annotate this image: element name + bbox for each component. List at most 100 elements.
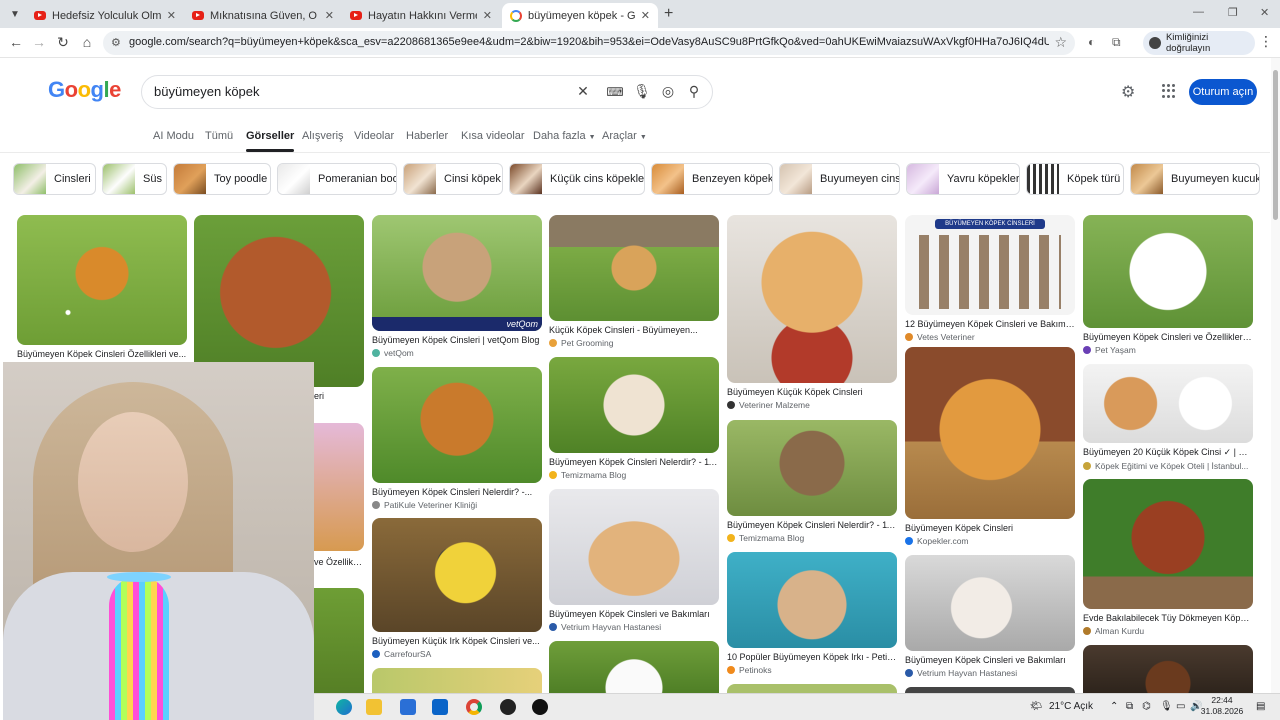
app-icon[interactable] (500, 699, 516, 715)
search-input[interactable] (154, 84, 554, 99)
result-image[interactable] (549, 641, 719, 693)
sign-in-button[interactable]: Oturum açın (1189, 79, 1257, 105)
image-result[interactable]: Büyümeyen Köpek Cinsleri Özellikleri ve.… (17, 215, 187, 359)
result-image[interactable] (1083, 364, 1253, 443)
chip[interactable]: Pomeranian boo (277, 163, 397, 195)
result-source[interactable]: Kopekler.com (905, 536, 1075, 546)
site-info-icon[interactable]: ⚙ (111, 36, 121, 49)
result-image[interactable] (1083, 645, 1253, 693)
close-icon[interactable]: ✕ (325, 9, 334, 22)
image-result[interactable]: ve Özellikle... (314, 423, 364, 567)
tab-short-videos[interactable]: Kısa videolar (461, 130, 525, 142)
result-source[interactable]: vetQom (372, 348, 542, 358)
result-title[interactable]: Büyümeyen Köpek Cinsleri Nelerdir? -... (372, 487, 542, 497)
new-tab-button[interactable]: + (664, 5, 673, 23)
image-result[interactable]: Büyümeyen Köpek Cinsleri ve Özellikleri … (1083, 215, 1253, 355)
chevron-up-icon[interactable]: ⌃ (1110, 701, 1118, 712)
taskbar-clock[interactable]: 22:44 31.08.2026 (1200, 695, 1244, 717)
result-image[interactable] (727, 215, 897, 383)
scrollbar-thumb[interactable] (1273, 70, 1278, 220)
result-source[interactable]: PatiKule Veteriner Kliniği (372, 500, 542, 510)
file-explorer-icon[interactable] (366, 699, 382, 715)
image-result[interactable] (314, 588, 364, 693)
chip[interactable]: Buyumeyen cins (779, 163, 900, 195)
search-icon[interactable]: ⚲ (685, 83, 703, 100)
result-title[interactable]: Büyümeyen Küçük Köpek Cinsleri (727, 387, 897, 397)
translate-icon[interactable]: ◐ (1088, 35, 1095, 49)
result-source[interactable]: Vetrium Hayvan Hastanesi (905, 668, 1075, 678)
settings-gear-icon[interactable]: ⚙ (1121, 82, 1135, 102)
microphone-icon[interactable]: 🎙 (633, 83, 651, 100)
result-image[interactable] (314, 423, 364, 551)
browser-tab[interactable]: Hedefsiz Yolculuk Olmaz | Polat ✕ (26, 3, 184, 28)
result-image[interactable] (372, 367, 542, 483)
result-image[interactable] (905, 555, 1075, 651)
result-image[interactable] (372, 668, 542, 693)
image-result[interactable]: Küçük Köpek Cinsleri - Büyümeyen... Pet … (549, 215, 719, 348)
microphone-icon[interactable]: 🎙 (1160, 701, 1173, 712)
result-title[interactable]: Büyümeyen Köpek Cinsleri ve Bakımları (549, 609, 719, 619)
image-result[interactable]: Büyümeyen Küçük Irk Köpek Cinsleri ve...… (372, 518, 542, 659)
result-source[interactable]: Pet Grooming (549, 338, 719, 348)
chip[interactable]: Küçük cins köpekler (509, 163, 645, 195)
chip[interactable]: Cinsi köpek (403, 163, 503, 195)
camera-search-icon[interactable]: ◎ (659, 83, 677, 100)
chrome-icon[interactable] (466, 699, 482, 715)
result-image[interactable] (727, 684, 897, 693)
image-result[interactable]: Büyümeyen Köpek Cinsleri Nelerdir? - 11.… (727, 420, 897, 543)
result-source[interactable]: Köpek Eğitimi ve Köpek Oteli | İstanbul.… (1083, 461, 1253, 471)
result-image[interactable] (727, 420, 897, 516)
chip[interactable]: Süs (102, 163, 167, 195)
page-scrollbar[interactable] (1271, 58, 1280, 693)
result-title[interactable]: Büyümeyen Köpek Cinsleri Özellikleri ve.… (17, 349, 187, 359)
wifi-icon[interactable]: ⌬ (1142, 701, 1151, 712)
battery-icon[interactable]: ▭ (1176, 701, 1185, 712)
result-title[interactable]: Büyümeyen Köpek Cinsleri (905, 523, 1075, 533)
notification-icon[interactable]: ▤ (1256, 701, 1265, 712)
maximize-icon[interactable]: ❐ (1228, 6, 1238, 19)
result-source[interactable]: Alman Kurdu (1083, 626, 1253, 636)
chip[interactable]: Cinsleri (13, 163, 96, 195)
image-result[interactable] (372, 668, 542, 693)
result-source[interactable]: CarrefourSA (372, 649, 542, 659)
outlook-icon[interactable] (432, 699, 448, 715)
result-title[interactable]: 12 Büyümeyen Köpek Cinsleri ve Bakımları… (905, 319, 1075, 329)
close-icon[interactable]: ✕ (167, 9, 176, 22)
result-image[interactable] (1083, 479, 1253, 609)
result-title[interactable]: ve Özellikle... (314, 557, 364, 567)
result-title[interactable]: Büyümeyen Köpek Cinsleri | vetQom Blog (372, 335, 542, 345)
browser-tab-active[interactable]: büyümeyen köpek - Google'da ✕ (502, 3, 658, 28)
result-image[interactable] (1083, 215, 1253, 328)
image-result[interactable]: Büyümeyen Köpek Cinsleri ve Bakımları Ve… (549, 489, 719, 632)
edge-icon[interactable] (336, 699, 352, 715)
chip[interactable]: Yavru köpekler (906, 163, 1020, 195)
app-icon[interactable] (532, 699, 548, 715)
result-title[interactable]: Evde Bakılabilecek Tüy Dökmeyen Köpek... (1083, 613, 1253, 623)
result-title[interactable]: Büyümeyen Köpek Cinsleri ve Özellikleri … (1083, 332, 1253, 342)
result-image[interactable] (905, 347, 1075, 519)
image-result[interactable]: Büyümeyen Köpek Cinsleri Nelerdir? - 11.… (549, 357, 719, 480)
close-icon[interactable]: ✕ (483, 9, 492, 22)
browser-tab[interactable]: Hayatın Hakkını Vermek | Acar ✕ (342, 3, 500, 28)
result-source[interactable]: Petinoks (727, 665, 897, 675)
minimize-icon[interactable]: — (1193, 6, 1204, 18)
extensions-icon[interactable]: ⧉ (1112, 35, 1121, 50)
result-title[interactable]: Büyümeyen Köpek Cinsleri Nelerdir? - 11.… (549, 457, 719, 467)
result-source[interactable]: Vetes Veteriner (905, 332, 1075, 342)
tab-search-chevron-icon[interactable]: ▼ (6, 5, 24, 23)
result-image[interactable] (372, 518, 542, 632)
image-result[interactable]: Büyümeyen Köpek Cinsleri Kopekler.com (905, 347, 1075, 546)
close-icon[interactable]: ✕ (641, 9, 650, 22)
image-result[interactable] (727, 684, 897, 693)
home-icon[interactable]: ⌂ (79, 34, 95, 50)
browser-menu-icon[interactable]: ⋮ (1259, 33, 1273, 50)
clear-icon[interactable]: ✕ (574, 83, 592, 100)
result-title[interactable]: Büyümeyen Köpek Cinsleri Nelerdir? - 11.… (727, 520, 897, 530)
result-source[interactable]: Veteriner Malzeme (727, 400, 897, 410)
weather-label[interactable]: 21°C Açık (1049, 701, 1093, 712)
image-result[interactable]: BÜYÜMEYEN KÖPEK CİNSLERİ 12 Büyümeyen Kö… (905, 215, 1075, 342)
tab-images[interactable]: Görseller (246, 130, 295, 152)
result-image[interactable] (17, 215, 187, 345)
result-source[interactable]: Pet Yaşam (1083, 345, 1253, 355)
tab-tools[interactable]: Araçlar ▼ (602, 130, 647, 142)
